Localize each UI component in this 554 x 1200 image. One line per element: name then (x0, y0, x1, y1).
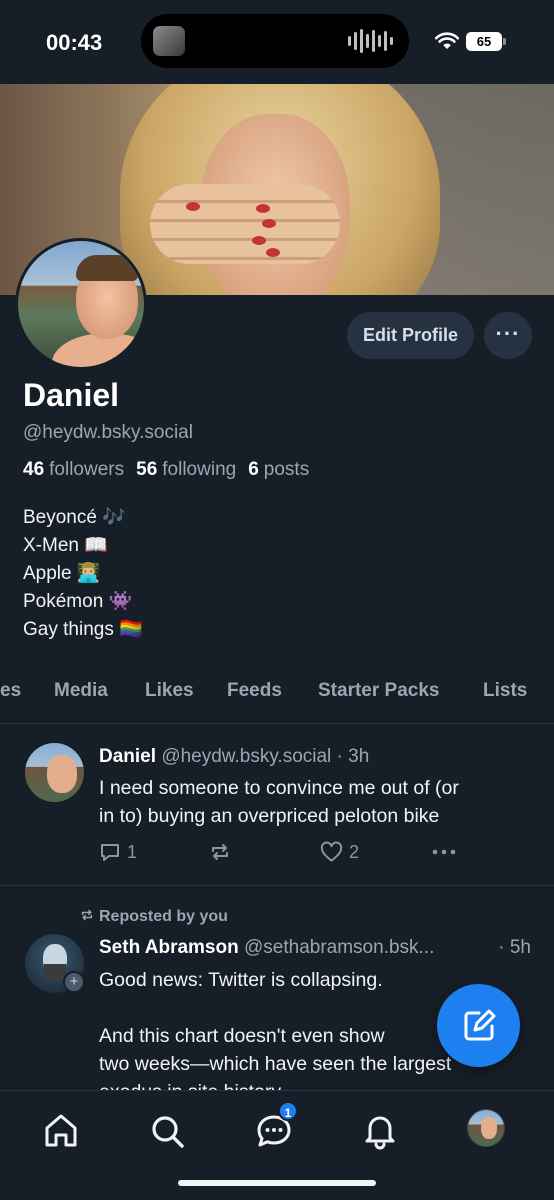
profile-handle: @heydw.bsky.social (23, 422, 193, 443)
battery-indicator: 65 (466, 32, 506, 51)
more-icon (432, 849, 456, 855)
compose-button[interactable] (437, 984, 520, 1067)
post-author-handle[interactable]: @sethabramson.bsk... (244, 937, 434, 958)
tab-starter-packs[interactable]: Starter Packs (318, 680, 439, 702)
post-text-line: Good news: Twitter is collapsing. (99, 969, 383, 991)
profile-tabs: es Media Likes Feeds Starter Packs Lists (0, 668, 554, 724)
post-time: · 3h (336, 746, 370, 767)
following-link[interactable]: 56 following (136, 459, 236, 481)
tab-media[interactable]: Media (54, 680, 108, 702)
post-more-button[interactable] (431, 839, 457, 865)
post-body[interactable]: I need someone to convince me out of (or… (99, 774, 459, 830)
followers-count: 46 (23, 459, 45, 480)
profile-bio: Beyoncé 🎶 X-Men 📖 Apple 👨🏼‍💻 Pokémon 👾 G… (23, 504, 143, 644)
profile-avatar[interactable] (15, 238, 147, 370)
posts-count: 6 (248, 459, 259, 480)
post-author-name[interactable]: Seth Abramson (99, 937, 239, 958)
post-header: Daniel @heydw.bsky.social · 3h (99, 746, 369, 768)
bio-line: Gay things 🏳️‍🌈 (23, 619, 143, 640)
post-text-line (99, 994, 451, 1022)
reply-icon (101, 844, 119, 861)
tab-lists[interactable]: Lists (483, 680, 527, 702)
post-actions: 1 2 (99, 841, 469, 867)
post-author-avatar[interactable] (25, 743, 84, 802)
tab-likes[interactable]: Likes (145, 680, 194, 702)
post-text-line: in to) buying an overpriced peloton bike (99, 805, 440, 827)
bio-line: X-Men 📖 (23, 535, 108, 556)
post-text-line: And this chart doesn't even show (99, 1025, 385, 1047)
bell-icon[interactable] (360, 1111, 400, 1151)
audio-waveform-icon (348, 28, 393, 54)
profile-more-button[interactable]: ··· (484, 312, 532, 359)
dynamic-island[interactable] (141, 14, 409, 68)
profile-tab-avatar[interactable] (467, 1109, 505, 1147)
display-name: Daniel (23, 377, 120, 413)
post-text-line: two weeks—which have seen the largest (99, 1053, 452, 1075)
repost-indicator: Reposted by you (79, 908, 228, 926)
follow-plus-icon[interactable]: + (63, 971, 85, 993)
bio-line: Beyoncé 🎶 (23, 507, 126, 528)
chat-unread-badge: 1 (278, 1101, 298, 1121)
post-text-line: I need someone to convince me out of (or (99, 777, 459, 799)
bio-line: Apple 👨🏼‍💻 (23, 563, 101, 584)
posts-stat: 6 posts (248, 459, 309, 481)
post-time: · 5h (498, 937, 531, 958)
home-icon[interactable] (41, 1111, 81, 1151)
tab-replies[interactable]: es (0, 680, 21, 702)
wifi-icon (435, 32, 459, 49)
search-icon[interactable] (147, 1111, 187, 1151)
following-count: 56 (136, 459, 158, 480)
repost-button[interactable] (209, 841, 231, 863)
following-label: following (162, 459, 237, 480)
post-author-name[interactable]: Daniel (99, 746, 156, 767)
followers-link[interactable]: 46 followers (23, 459, 124, 481)
repost-label-text: Reposted by you (99, 908, 228, 925)
status-bar: 00:43 65 (0, 0, 554, 84)
like-button[interactable]: 2 (320, 841, 359, 863)
post-divider (0, 885, 554, 886)
reply-count: 1 (127, 841, 138, 862)
repost-small-icon (81, 909, 93, 921)
like-count: 2 (349, 841, 360, 862)
compose-icon (464, 1009, 496, 1041)
status-time: 00:43 (46, 30, 103, 55)
edit-profile-button[interactable]: Edit Profile (347, 312, 474, 359)
repost-icon (212, 844, 228, 860)
profile-stats: 46 followers 56 following 6 posts (23, 459, 309, 481)
home-indicator[interactable] (178, 1180, 376, 1186)
now-playing-artwork (153, 26, 185, 56)
heart-icon (320, 841, 343, 862)
post-author-handle[interactable]: @heydw.bsky.social (161, 746, 331, 767)
reply-button[interactable]: 1 (99, 841, 137, 863)
posts-label: posts (263, 459, 310, 480)
post-header: Seth Abramson @sethabramson.bsk... · 5h (99, 937, 531, 959)
post-body[interactable]: Good news: Twitter is collapsing. And th… (99, 966, 451, 1106)
followers-label: followers (49, 459, 125, 480)
bio-line: Pokémon 👾 (23, 591, 133, 612)
tab-feeds[interactable]: Feeds (227, 680, 282, 702)
